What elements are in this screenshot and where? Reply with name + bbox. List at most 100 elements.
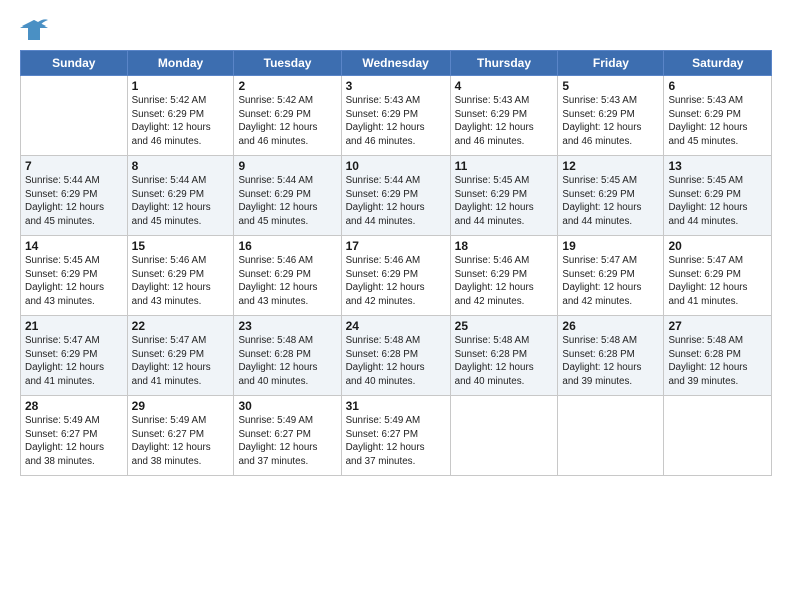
- calendar-cell: 28Sunrise: 5:49 AMSunset: 6:27 PMDayligh…: [21, 396, 128, 476]
- day-number: 25: [455, 319, 554, 333]
- day-number: 21: [25, 319, 123, 333]
- day-number: 8: [132, 159, 230, 173]
- header: [20, 18, 772, 42]
- day-info: Sunrise: 5:47 AMSunset: 6:29 PMDaylight:…: [25, 334, 123, 389]
- day-number: 6: [668, 79, 767, 93]
- calendar-cell: 15Sunrise: 5:46 AMSunset: 6:29 PMDayligh…: [127, 236, 234, 316]
- day-number: 31: [346, 399, 446, 413]
- day-info: Sunrise: 5:49 AMSunset: 6:27 PMDaylight:…: [25, 414, 123, 469]
- page: Sunday Monday Tuesday Wednesday Thursday…: [0, 0, 792, 612]
- calendar-cell: 6Sunrise: 5:43 AMSunset: 6:29 PMDaylight…: [664, 76, 772, 156]
- calendar-table: Sunday Monday Tuesday Wednesday Thursday…: [20, 50, 772, 476]
- calendar-cell: 5Sunrise: 5:43 AMSunset: 6:29 PMDaylight…: [558, 76, 664, 156]
- day-info: Sunrise: 5:43 AMSunset: 6:29 PMDaylight:…: [562, 94, 659, 149]
- calendar-cell: [21, 76, 128, 156]
- col-thursday: Thursday: [450, 51, 558, 76]
- col-sunday: Sunday: [21, 51, 128, 76]
- day-info: Sunrise: 5:47 AMSunset: 6:29 PMDaylight:…: [562, 254, 659, 309]
- day-info: Sunrise: 5:49 AMSunset: 6:27 PMDaylight:…: [238, 414, 336, 469]
- calendar-cell: 30Sunrise: 5:49 AMSunset: 6:27 PMDayligh…: [234, 396, 341, 476]
- calendar-cell: 11Sunrise: 5:45 AMSunset: 6:29 PMDayligh…: [450, 156, 558, 236]
- day-number: 7: [25, 159, 123, 173]
- calendar-cell: [558, 396, 664, 476]
- day-info: Sunrise: 5:43 AMSunset: 6:29 PMDaylight:…: [668, 94, 767, 149]
- day-info: Sunrise: 5:46 AMSunset: 6:29 PMDaylight:…: [132, 254, 230, 309]
- day-info: Sunrise: 5:48 AMSunset: 6:28 PMDaylight:…: [668, 334, 767, 389]
- calendar-cell: 14Sunrise: 5:45 AMSunset: 6:29 PMDayligh…: [21, 236, 128, 316]
- day-info: Sunrise: 5:45 AMSunset: 6:29 PMDaylight:…: [455, 174, 554, 229]
- calendar-cell: 27Sunrise: 5:48 AMSunset: 6:28 PMDayligh…: [664, 316, 772, 396]
- day-number: 20: [668, 239, 767, 253]
- calendar-cell: 10Sunrise: 5:44 AMSunset: 6:29 PMDayligh…: [341, 156, 450, 236]
- calendar-cell: 25Sunrise: 5:48 AMSunset: 6:28 PMDayligh…: [450, 316, 558, 396]
- calendar-cell: 23Sunrise: 5:48 AMSunset: 6:28 PMDayligh…: [234, 316, 341, 396]
- calendar-cell: 9Sunrise: 5:44 AMSunset: 6:29 PMDaylight…: [234, 156, 341, 236]
- day-info: Sunrise: 5:45 AMSunset: 6:29 PMDaylight:…: [562, 174, 659, 229]
- day-number: 24: [346, 319, 446, 333]
- day-number: 22: [132, 319, 230, 333]
- day-info: Sunrise: 5:42 AMSunset: 6:29 PMDaylight:…: [132, 94, 230, 149]
- day-info: Sunrise: 5:44 AMSunset: 6:29 PMDaylight:…: [238, 174, 336, 229]
- day-info: Sunrise: 5:47 AMSunset: 6:29 PMDaylight:…: [132, 334, 230, 389]
- day-info: Sunrise: 5:46 AMSunset: 6:29 PMDaylight:…: [455, 254, 554, 309]
- calendar-cell: 4Sunrise: 5:43 AMSunset: 6:29 PMDaylight…: [450, 76, 558, 156]
- day-number: 15: [132, 239, 230, 253]
- day-number: 23: [238, 319, 336, 333]
- day-info: Sunrise: 5:48 AMSunset: 6:28 PMDaylight:…: [562, 334, 659, 389]
- day-info: Sunrise: 5:44 AMSunset: 6:29 PMDaylight:…: [346, 174, 446, 229]
- day-info: Sunrise: 5:46 AMSunset: 6:29 PMDaylight:…: [238, 254, 336, 309]
- col-wednesday: Wednesday: [341, 51, 450, 76]
- calendar-cell: 21Sunrise: 5:47 AMSunset: 6:29 PMDayligh…: [21, 316, 128, 396]
- day-number: 19: [562, 239, 659, 253]
- day-number: 28: [25, 399, 123, 413]
- calendar-week-row: 7Sunrise: 5:44 AMSunset: 6:29 PMDaylight…: [21, 156, 772, 236]
- day-number: 11: [455, 159, 554, 173]
- calendar-week-row: 21Sunrise: 5:47 AMSunset: 6:29 PMDayligh…: [21, 316, 772, 396]
- col-monday: Monday: [127, 51, 234, 76]
- day-info: Sunrise: 5:44 AMSunset: 6:29 PMDaylight:…: [25, 174, 123, 229]
- calendar-cell: 29Sunrise: 5:49 AMSunset: 6:27 PMDayligh…: [127, 396, 234, 476]
- day-number: 13: [668, 159, 767, 173]
- day-number: 29: [132, 399, 230, 413]
- logo: [20, 18, 52, 42]
- calendar-cell: [450, 396, 558, 476]
- calendar-cell: 20Sunrise: 5:47 AMSunset: 6:29 PMDayligh…: [664, 236, 772, 316]
- calendar-cell: 7Sunrise: 5:44 AMSunset: 6:29 PMDaylight…: [21, 156, 128, 236]
- day-info: Sunrise: 5:49 AMSunset: 6:27 PMDaylight:…: [132, 414, 230, 469]
- col-saturday: Saturday: [664, 51, 772, 76]
- calendar-week-row: 28Sunrise: 5:49 AMSunset: 6:27 PMDayligh…: [21, 396, 772, 476]
- calendar-cell: 13Sunrise: 5:45 AMSunset: 6:29 PMDayligh…: [664, 156, 772, 236]
- logo-icon: [20, 18, 48, 42]
- day-info: Sunrise: 5:46 AMSunset: 6:29 PMDaylight:…: [346, 254, 446, 309]
- day-number: 4: [455, 79, 554, 93]
- calendar-week-row: 14Sunrise: 5:45 AMSunset: 6:29 PMDayligh…: [21, 236, 772, 316]
- day-info: Sunrise: 5:44 AMSunset: 6:29 PMDaylight:…: [132, 174, 230, 229]
- calendar-cell: [664, 396, 772, 476]
- day-number: 16: [238, 239, 336, 253]
- calendar-cell: 8Sunrise: 5:44 AMSunset: 6:29 PMDaylight…: [127, 156, 234, 236]
- day-info: Sunrise: 5:43 AMSunset: 6:29 PMDaylight:…: [346, 94, 446, 149]
- day-info: Sunrise: 5:45 AMSunset: 6:29 PMDaylight:…: [668, 174, 767, 229]
- day-number: 5: [562, 79, 659, 93]
- calendar-cell: 1Sunrise: 5:42 AMSunset: 6:29 PMDaylight…: [127, 76, 234, 156]
- calendar-cell: 22Sunrise: 5:47 AMSunset: 6:29 PMDayligh…: [127, 316, 234, 396]
- calendar-cell: 12Sunrise: 5:45 AMSunset: 6:29 PMDayligh…: [558, 156, 664, 236]
- day-info: Sunrise: 5:48 AMSunset: 6:28 PMDaylight:…: [455, 334, 554, 389]
- calendar-cell: 31Sunrise: 5:49 AMSunset: 6:27 PMDayligh…: [341, 396, 450, 476]
- day-number: 1: [132, 79, 230, 93]
- day-number: 27: [668, 319, 767, 333]
- calendar-cell: 16Sunrise: 5:46 AMSunset: 6:29 PMDayligh…: [234, 236, 341, 316]
- day-info: Sunrise: 5:49 AMSunset: 6:27 PMDaylight:…: [346, 414, 446, 469]
- day-info: Sunrise: 5:48 AMSunset: 6:28 PMDaylight:…: [238, 334, 336, 389]
- calendar-cell: 26Sunrise: 5:48 AMSunset: 6:28 PMDayligh…: [558, 316, 664, 396]
- day-number: 2: [238, 79, 336, 93]
- day-info: Sunrise: 5:43 AMSunset: 6:29 PMDaylight:…: [455, 94, 554, 149]
- calendar-cell: 18Sunrise: 5:46 AMSunset: 6:29 PMDayligh…: [450, 236, 558, 316]
- day-info: Sunrise: 5:47 AMSunset: 6:29 PMDaylight:…: [668, 254, 767, 309]
- day-number: 9: [238, 159, 336, 173]
- col-tuesday: Tuesday: [234, 51, 341, 76]
- day-info: Sunrise: 5:42 AMSunset: 6:29 PMDaylight:…: [238, 94, 336, 149]
- calendar-header-row: Sunday Monday Tuesday Wednesday Thursday…: [21, 51, 772, 76]
- col-friday: Friday: [558, 51, 664, 76]
- day-number: 26: [562, 319, 659, 333]
